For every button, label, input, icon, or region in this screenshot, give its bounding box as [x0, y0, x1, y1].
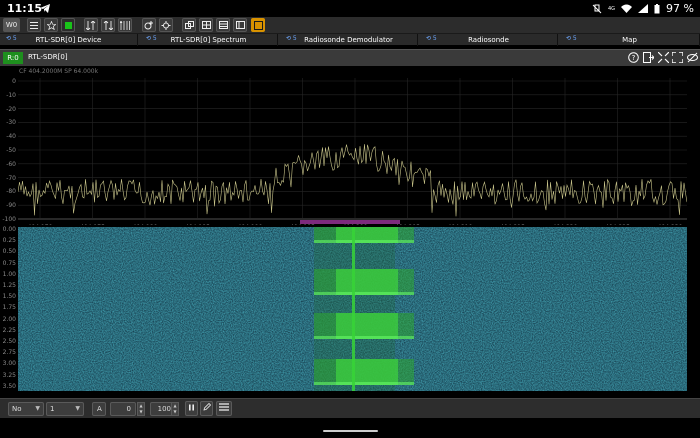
waterfall-y-tick: 2.25: [2, 326, 16, 334]
spectrum-y-tick: -80: [6, 188, 16, 196]
signal-icon: [638, 4, 649, 13]
workspace-button[interactable]: W0: [3, 18, 20, 32]
waterfall-y-tick: 0.00: [2, 226, 16, 233]
pause-icon[interactable]: [185, 401, 198, 416]
waterfall-y-tick: 1.75: [2, 304, 16, 312]
battery-level: 97 %: [666, 2, 694, 15]
help-icon[interactable]: ?: [627, 52, 639, 64]
waterfall-y-tick: 1.50: [2, 293, 16, 301]
mimo-icon[interactable]: [118, 18, 132, 32]
waterfall-y-tick: 2.50: [2, 338, 16, 345]
tab-label: Radiosonde Demodulator: [304, 36, 393, 44]
status-bar: 11:15 4G 97 %: [0, 0, 700, 17]
waterfall-y-tick: 3.00: [2, 360, 16, 368]
list-icon[interactable]: [216, 18, 230, 32]
status-icons: 4G 97 %: [592, 2, 694, 15]
android-nav-bar: [0, 418, 700, 438]
telegram-icon: [40, 4, 50, 13]
spectrum-panel: R:0 RTL-SDR[0] ? CF 404.2000M SP 64.000k…: [0, 47, 700, 438]
tab-rtl-sdr-spectrum[interactable]: ⟲ 5 RTL-SDR[0] Spectrum: [140, 34, 278, 46]
spectrum-y-tick: -20: [6, 105, 16, 113]
waterfall-image: [18, 227, 687, 391]
waterfall-y-tick: 2.00: [2, 315, 16, 323]
window-icon[interactable]: [251, 18, 265, 32]
waterfall-y-tick: 0.50: [2, 248, 16, 256]
spectrum-y-tick: -100: [2, 216, 16, 223]
panel-header: R:0 RTL-SDR[0] ?: [0, 49, 700, 66]
maximize-icon[interactable]: [670, 51, 684, 64]
spectrum-y-tick: -10: [6, 91, 16, 99]
panel-title: RTL-SDR[0]: [28, 53, 68, 61]
chevron-down-icon: ▼: [75, 405, 80, 412]
fft-window-select[interactable]: No ▼: [8, 402, 44, 416]
move-icon[interactable]: [642, 52, 655, 64]
fft-window-value: No: [12, 405, 22, 413]
spectrum-info: CF 404.2000M SP 64.000k: [19, 68, 99, 75]
spectrum-y-tick: 0: [12, 78, 16, 85]
tab-map[interactable]: ⟲ 5 Map: [560, 34, 700, 46]
home-gesture-bar[interactable]: [323, 430, 378, 432]
settings-icon[interactable]: [159, 18, 173, 32]
spectrum-view[interactable]: CF 404.2000M SP 64.000k 0 -10 -20 -30 -40 -50…: [0, 66, 700, 231]
star-icon[interactable]: [44, 18, 58, 32]
tab-label: RTL-SDR[0] Device: [35, 36, 102, 44]
waterfall-view[interactable]: 0.00 0.25 0.50 0.75 1.00 1.25 1.50 1.75 2.00 2.25…: [0, 225, 700, 397]
svg-text:?: ?: [631, 54, 635, 62]
hide-icon[interactable]: [686, 52, 698, 64]
spectrum-y-tick: -30: [6, 119, 16, 127]
tx-icon[interactable]: [101, 18, 115, 32]
waterfall-y-tick: 2.75: [2, 349, 16, 357]
spectrum-y-tick: -90: [6, 202, 16, 210]
shrink-icon[interactable]: [657, 51, 669, 64]
pen-icon[interactable]: [200, 401, 213, 416]
spectrum-trace: [18, 78, 687, 220]
channel-select[interactable]: 1 ▼: [46, 402, 84, 416]
offset-input[interactable]: 0: [110, 402, 136, 416]
waterfall-y-tick: 0.25: [2, 237, 16, 245]
battery-icon: [654, 3, 660, 13]
level-stepper[interactable]: ▲ ▼: [171, 402, 179, 416]
spectrum-y-tick: -40: [6, 133, 16, 141]
mute-icon: [592, 4, 602, 13]
main-toolbar: W0: [0, 17, 700, 34]
grid-icon[interactable]: [199, 18, 213, 32]
tab-radiosonde[interactable]: ⟲ 5 Radiosonde: [420, 34, 558, 46]
copy-icon[interactable]: [182, 18, 196, 32]
tab-rtl-sdr-device[interactable]: ⟲ 5 RTL-SDR[0] Device: [0, 34, 138, 46]
clock: 11:15: [7, 2, 43, 15]
tile-icon[interactable]: [233, 18, 247, 32]
waterfall-y-tick: 3.50: [2, 382, 16, 390]
spectrum-y-tick: -60: [6, 160, 16, 168]
spectrum-y-tick: -50: [6, 147, 16, 154]
network-tag: 4G: [607, 5, 616, 12]
averaging-button[interactable]: A: [92, 402, 106, 416]
tab-label: Radiosonde: [468, 36, 509, 44]
rx-icon[interactable]: [84, 18, 98, 32]
waterfall-y-tick: 3.25: [2, 371, 16, 379]
waterfall-y-tick: 1.25: [2, 282, 16, 289]
tab-label: RTL-SDR[0] Spectrum: [170, 36, 247, 44]
tab-bar: ⟲ 5 RTL-SDR[0] Device ⟲ 5 RTL-SDR[0] Spe…: [0, 34, 700, 46]
channel-badge[interactable]: R:0: [3, 52, 23, 64]
spectrum-y-tick: -70: [6, 174, 16, 182]
tab-label: Map: [622, 36, 637, 44]
offset-stepper[interactable]: ▲ ▼: [137, 402, 145, 416]
menu-icon[interactable]: [27, 18, 41, 32]
wifi-icon: [621, 4, 633, 13]
tab-radiosonde-demodulator[interactable]: ⟲ 5 Radiosonde Demodulator: [280, 34, 418, 46]
waterfall-y-tick: 0.75: [2, 259, 16, 267]
waterfall-y-tick: 1.00: [2, 270, 16, 278]
chevron-down-icon: ▼: [35, 405, 40, 412]
add-feature-icon[interactable]: [142, 18, 156, 32]
spectrum-controls: No ▼ 1 ▼ A 0 ▲ ▼ 100 ▲ ▼: [0, 398, 700, 418]
menu-lines-icon[interactable]: [216, 401, 232, 416]
run-icon[interactable]: [61, 18, 75, 32]
channel-value: 1: [50, 405, 55, 413]
